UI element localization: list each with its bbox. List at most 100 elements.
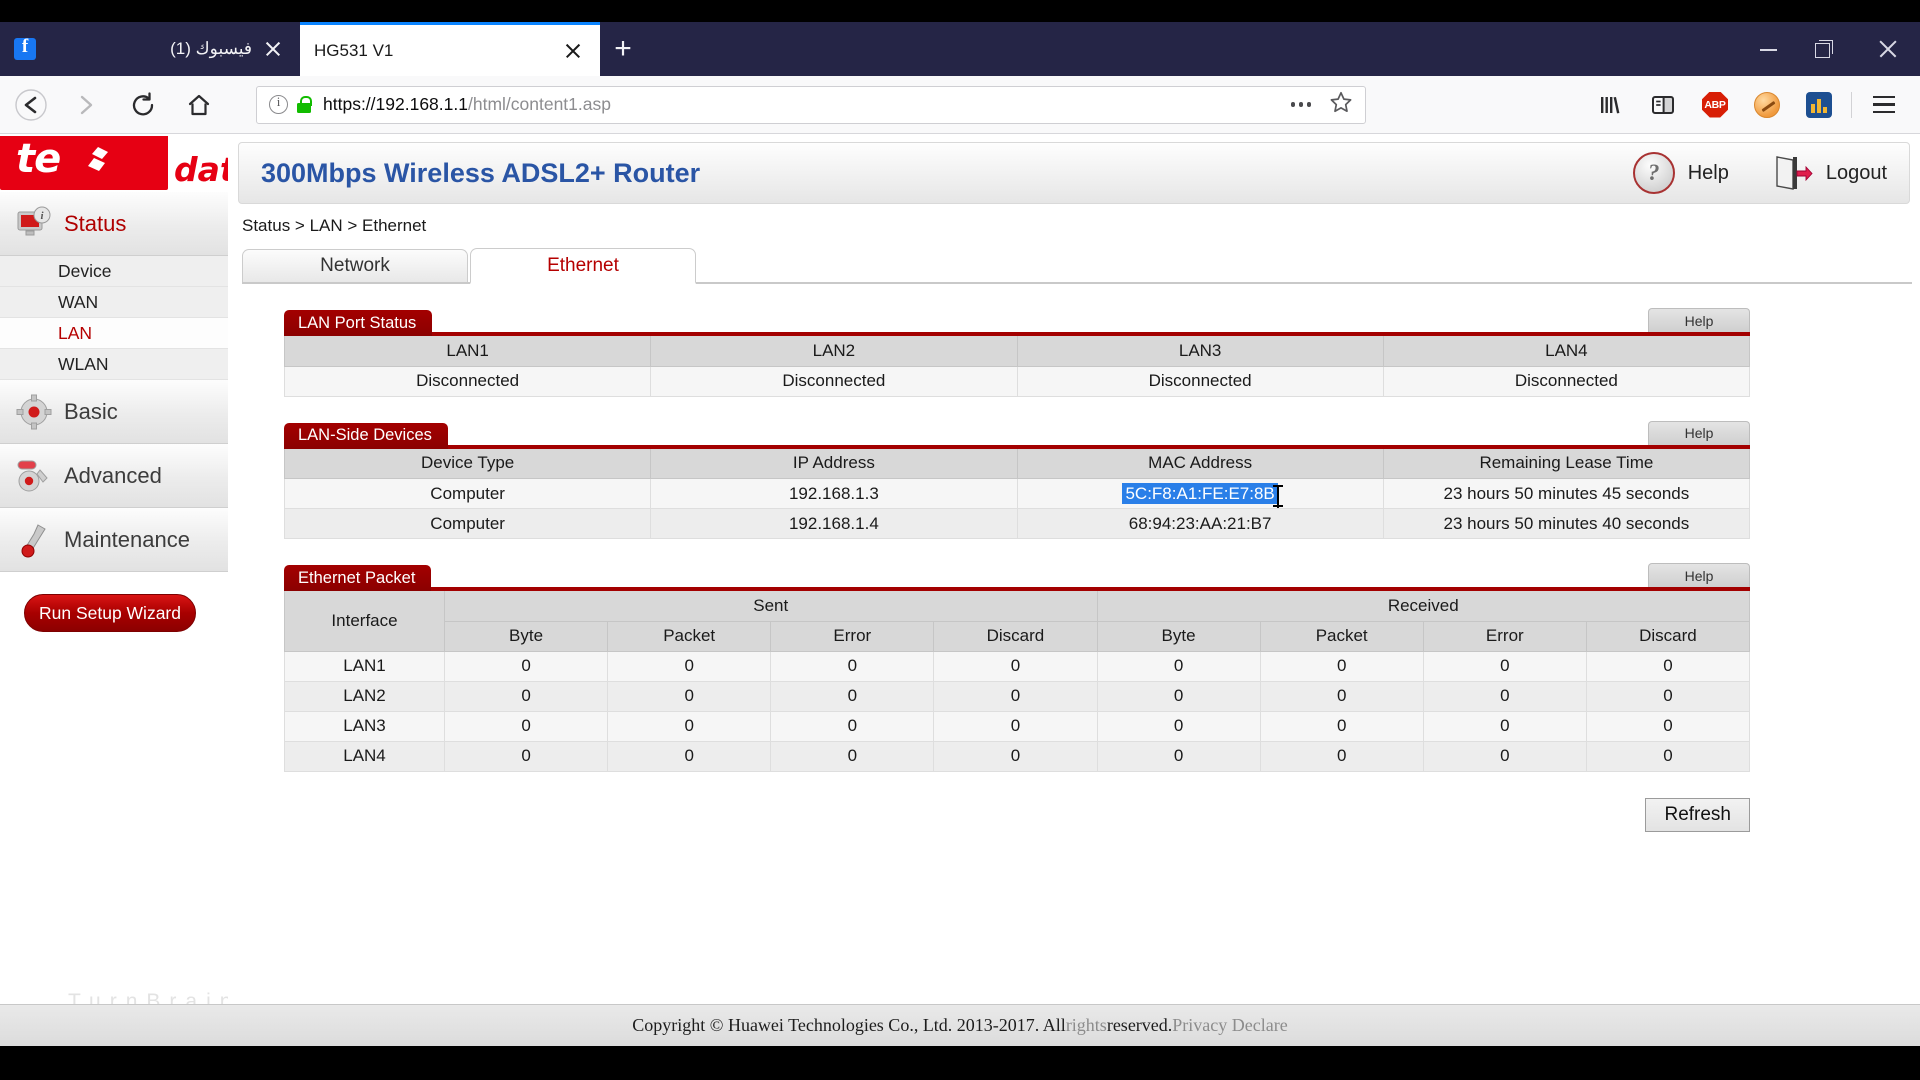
table-row: Computer 192.168.1.4 68:94:23:AA:21:B7 2… xyxy=(283,508,1751,539)
sidebar-item-device[interactable]: Device xyxy=(0,256,228,287)
recv-error: 0 xyxy=(1422,680,1587,712)
panel-rule xyxy=(432,332,1750,336)
table-row: Disconnected Disconnected Disconnected D… xyxy=(283,365,1751,397)
sidebar-item-maintenance[interactable]: Maintenance xyxy=(0,508,228,572)
page-actions-more-icon[interactable] xyxy=(1290,102,1311,107)
recv-discard: 0 xyxy=(1585,710,1751,742)
sidebar-label: Device xyxy=(58,260,112,281)
address-bar[interactable]: https://192.168.1.1/html/content1.asp xyxy=(256,85,1366,124)
mac-address-selected[interactable]: 5C:F8:A1:FE:E7:8B xyxy=(1122,482,1278,504)
forward-button[interactable] xyxy=(62,83,112,127)
privacy-declare-link[interactable]: Privacy Declare xyxy=(1172,1015,1287,1036)
breadcrumb: Status > LAN > Ethernet xyxy=(242,216,427,235)
sent-byte: 0 xyxy=(443,650,609,682)
help-button[interactable]: ? Help xyxy=(1632,152,1729,194)
interface-name: LAN3 xyxy=(284,710,445,742)
sent-error: 0 xyxy=(770,740,935,772)
panel-lan-port-status: LAN Port Status Help LAN1 LAN2 LAN3 LAN4 xyxy=(283,308,1751,397)
table-row: LAN1 0 0 0 0 0 0 0 0 xyxy=(284,650,1751,682)
new-tab-button[interactable]: + xyxy=(600,22,646,76)
lock-icon[interactable] xyxy=(297,96,312,113)
library-icon[interactable] xyxy=(1585,83,1637,127)
logout-button[interactable]: Logout xyxy=(1773,154,1887,192)
column-header-received: Received xyxy=(1096,591,1750,622)
window-controls xyxy=(1728,22,1920,76)
te-logo-text: te xyxy=(16,136,61,182)
maximize-restore-button[interactable] xyxy=(1792,22,1856,76)
home-button[interactable] xyxy=(174,83,224,127)
te-logo-swoosh-icon xyxy=(88,147,108,171)
sidebar: te data i Status Device WAN LAN WLAN Bas… xyxy=(0,134,313,1004)
mac-address[interactable]: 68:94:23:AA:21:B7 xyxy=(1016,508,1384,539)
url-text: https://192.168.1.1/html/content1.asp xyxy=(323,94,1291,115)
sidebar-label: Status xyxy=(64,210,127,236)
column-header: Error xyxy=(1422,621,1587,652)
sent-discard: 0 xyxy=(933,710,1098,742)
url-path: /html/content1.asp xyxy=(467,94,611,114)
interface-name: LAN4 xyxy=(284,740,445,772)
recv-packet: 0 xyxy=(1259,710,1424,742)
sent-packet: 0 xyxy=(607,680,772,712)
panel-help-button[interactable]: Help xyxy=(1648,563,1750,587)
sidebar-item-lan[interactable]: LAN xyxy=(0,318,228,349)
sidebar-item-advanced[interactable]: Advanced xyxy=(0,444,228,508)
sent-error: 0 xyxy=(770,680,935,712)
reload-button[interactable] xyxy=(118,83,168,127)
sidebar-item-wan[interactable]: WAN xyxy=(0,287,228,318)
refresh-button[interactable]: Refresh xyxy=(1645,797,1750,832)
interface-name: LAN1 xyxy=(284,650,445,682)
column-header: Byte xyxy=(1096,621,1261,652)
column-header: Byte xyxy=(443,621,609,652)
tab-network[interactable]: Network xyxy=(242,249,468,282)
url-host: https://192.168.1.1 xyxy=(323,94,468,114)
sidebar-item-basic[interactable]: Basic xyxy=(0,380,228,444)
panel-header: LAN Port Status Help xyxy=(284,308,1750,336)
run-setup-wizard-button[interactable]: Run Setup Wizard xyxy=(24,594,196,632)
lan4-status: Disconnected xyxy=(1382,365,1751,397)
logout-label: Logout xyxy=(1825,161,1887,184)
browser-tab-hg531[interactable]: HG531 V1 xyxy=(300,22,600,76)
tab-title: فيسبوك (1) xyxy=(170,39,252,58)
table-row: Computer 192.168.1.3 5C:F8:A1:FE:E7:8B 2… xyxy=(283,478,1751,509)
wrench-icon xyxy=(14,520,54,560)
reserved-text: reserved. xyxy=(1106,1015,1173,1035)
gear-tool-icon xyxy=(14,456,54,496)
panel-help-button[interactable]: Help xyxy=(1648,308,1750,332)
table-header-row: Device Type IP Address MAC Address Remai… xyxy=(283,448,1751,479)
recv-packet: 0 xyxy=(1259,740,1424,772)
table-header-row: Interface Sent Received xyxy=(284,591,1750,652)
close-icon[interactable] xyxy=(260,36,286,62)
minimize-button[interactable] xyxy=(1728,22,1792,76)
lan-side-devices-table: Device Type IP Address MAC Address Remai… xyxy=(283,448,1751,539)
browser-window: فيسبوك (1) HG531 V1 + xyxy=(0,0,1920,1080)
page-info-icon[interactable] xyxy=(269,94,288,114)
column-header: LAN1 xyxy=(283,336,652,367)
orange-extension-icon[interactable] xyxy=(1741,83,1793,127)
close-window-button[interactable] xyxy=(1856,22,1920,76)
sidebar-label: Basic xyxy=(64,398,118,424)
tab-ethernet[interactable]: Ethernet xyxy=(470,248,696,284)
recv-byte: 0 xyxy=(1096,710,1261,742)
back-button[interactable] xyxy=(6,83,56,127)
recv-error: 0 xyxy=(1422,710,1587,742)
bookmark-star-icon[interactable] xyxy=(1329,90,1353,119)
menu-icon[interactable] xyxy=(1858,83,1910,127)
column-header: LAN4 xyxy=(1382,336,1751,367)
sent-byte: 0 xyxy=(443,740,609,772)
facebook-icon xyxy=(14,36,36,60)
column-header-interface: Interface xyxy=(284,591,445,652)
browser-tab-facebook[interactable]: فيسبوك (1) xyxy=(0,22,300,76)
panel-help-button[interactable]: Help xyxy=(1648,420,1750,445)
close-icon[interactable] xyxy=(560,38,586,64)
table-row: LAN4 0 0 0 0 0 0 0 0 xyxy=(284,740,1751,772)
sidebar-item-wlan[interactable]: WLAN xyxy=(0,349,228,380)
sidebar-icon[interactable] xyxy=(1637,83,1689,127)
screen-bottom-letterbox xyxy=(0,1046,1920,1080)
adblock-plus-icon[interactable]: ABP xyxy=(1689,83,1741,127)
chart-extension-icon[interactable] xyxy=(1793,83,1845,127)
column-header-sent: Sent xyxy=(444,591,1098,622)
mac-address-cell[interactable]: 5C:F8:A1:FE:E7:8B xyxy=(1016,478,1384,509)
column-header: Error xyxy=(770,621,935,652)
column-header: Discard xyxy=(1585,621,1751,652)
sidebar-item-status[interactable]: i Status xyxy=(0,192,228,256)
